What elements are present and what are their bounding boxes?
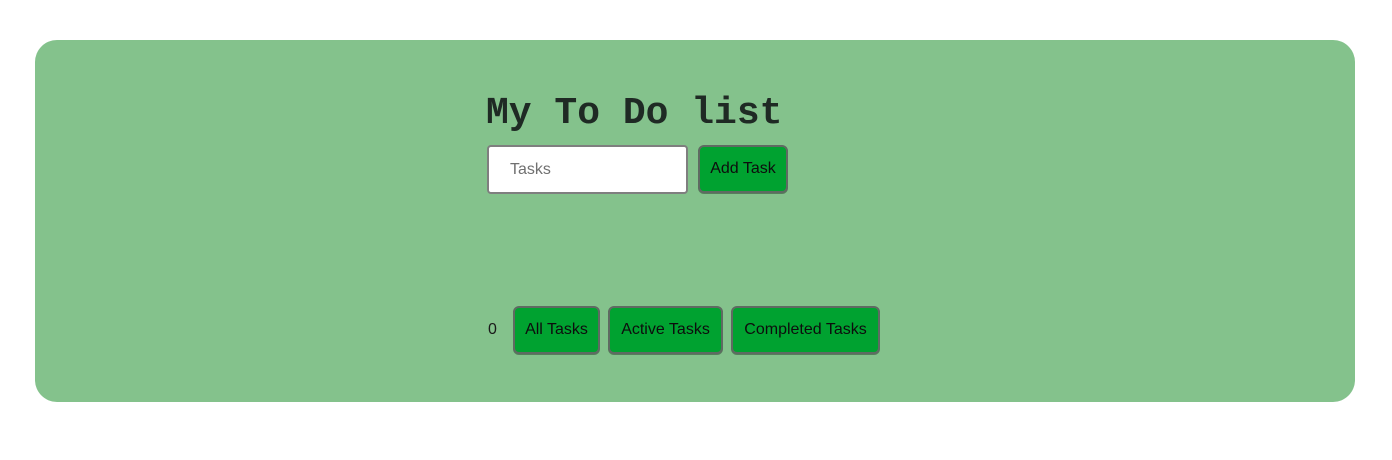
page-title: My To Do list	[486, 92, 783, 135]
task-count: 0	[488, 321, 497, 338]
page: My To Do list Add Task 0 All Tasks Activ…	[0, 0, 1392, 460]
all-tasks-button[interactable]: All Tasks	[513, 306, 600, 354]
task-input[interactable]	[487, 145, 688, 194]
completed-tasks-button[interactable]: Completed Tasks	[731, 306, 880, 354]
active-tasks-button[interactable]: Active Tasks	[608, 306, 723, 354]
add-task-button[interactable]: Add Task	[698, 145, 788, 193]
